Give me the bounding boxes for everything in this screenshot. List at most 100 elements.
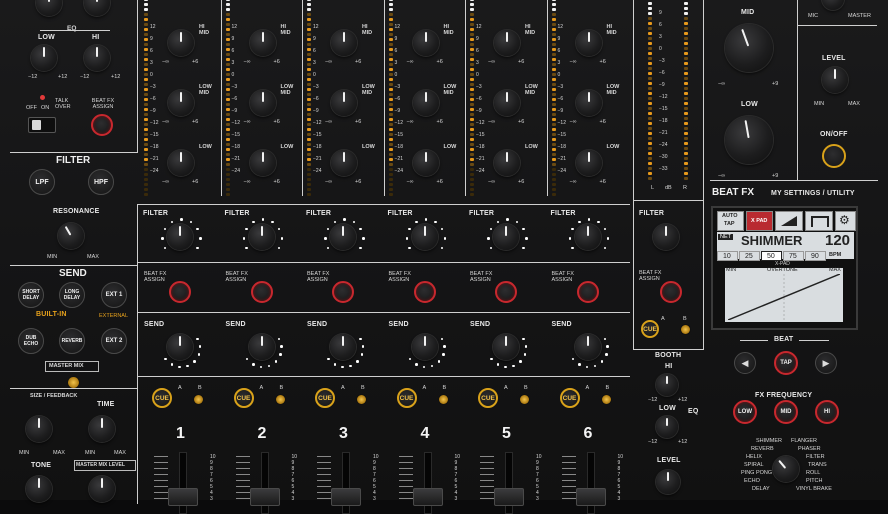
- fx-type-label[interactable]: FILTER: [806, 454, 825, 460]
- settings-icon-box[interactable]: ⚙: [835, 211, 856, 231]
- master-low-knob[interactable]: [725, 116, 773, 164]
- channel-send-knob[interactable]: [248, 334, 275, 360]
- channel-beat-fx-assign-button[interactable]: [250, 281, 273, 303]
- tone-knob[interactable]: [26, 476, 52, 502]
- beat-value-cell[interactable]: 90: [805, 251, 826, 261]
- channel-cue-a-button[interactable]: CUE: [559, 388, 580, 408]
- channel-filter-knob[interactable]: [574, 224, 601, 250]
- channel-beat-fx-assign-button[interactable]: [332, 281, 354, 303]
- channel-eq-knob-hi-mid[interactable]: [331, 30, 357, 56]
- beat-value-cell[interactable]: 25: [739, 251, 760, 261]
- hpf-button[interactable]: HPF: [88, 169, 114, 195]
- channel-send-knob[interactable]: [411, 334, 438, 360]
- channel-fader[interactable]: [249, 488, 280, 506]
- master-level-knob[interactable]: [822, 67, 848, 93]
- fx-type-label[interactable]: REVERB: [751, 446, 774, 452]
- channel-cue-b-button[interactable]: [520, 395, 529, 404]
- fx-type-label[interactable]: SPIRAL: [744, 462, 764, 468]
- fx-type-label[interactable]: VINYL BRAKE: [796, 486, 832, 492]
- dub-echo-button[interactable]: DUB ECHO: [18, 328, 44, 354]
- fx-mid-button[interactable]: MID: [774, 400, 798, 424]
- ext2-button[interactable]: EXT 2: [101, 328, 127, 354]
- channel-eq-knob-hi-mid[interactable]: [412, 30, 439, 56]
- channel-eq-knob-low[interactable]: [575, 150, 602, 176]
- channel-beat-fx-assign-button[interactable]: [413, 281, 436, 303]
- auto-tap-box[interactable]: AUTO TAP: [717, 211, 744, 231]
- mic-beat-fx-assign-button[interactable]: [91, 114, 113, 136]
- channel-send-knob[interactable]: [493, 334, 519, 360]
- resonance-knob[interactable]: [58, 223, 84, 249]
- channel-cue-b-button[interactable]: [275, 395, 285, 404]
- iso-low-knob[interactable]: [31, 45, 57, 71]
- master-mix-level-knob[interactable]: [89, 476, 115, 502]
- channel-eq-knob-low-mid[interactable]: [168, 90, 194, 116]
- channel-eq-knob-hi-mid[interactable]: [249, 30, 276, 56]
- channel-cue-b-button[interactable]: [438, 395, 448, 404]
- fx-type-label[interactable]: PING PONG: [741, 470, 772, 476]
- channel-eq-knob-hi-mid[interactable]: [575, 30, 602, 56]
- channel-cue-a-button[interactable]: CUE: [233, 388, 254, 408]
- fx-select-knob[interactable]: [773, 456, 799, 482]
- channel-beat-fx-assign-button[interactable]: [495, 281, 517, 303]
- fx-type-label[interactable]: PITCH: [806, 478, 823, 484]
- channel-eq-knob-low[interactable]: [331, 150, 357, 176]
- channel-eq-knob-low[interactable]: [168, 150, 194, 176]
- lpf-button[interactable]: LPF: [29, 169, 55, 195]
- fx-type-label[interactable]: FLANGER: [791, 438, 817, 444]
- channel-fader[interactable]: [331, 488, 361, 506]
- channel-fader[interactable]: [575, 488, 606, 506]
- channel-fader[interactable]: [494, 488, 524, 506]
- channel-cue-a-button[interactable]: CUE: [478, 388, 498, 408]
- fx-type-label[interactable]: HELIX: [746, 454, 762, 460]
- channel-fader[interactable]: [412, 488, 443, 506]
- short-delay-button[interactable]: SHORT DELAY: [18, 282, 44, 308]
- channel-cue-b-button[interactable]: [194, 395, 203, 404]
- channel-eq-knob-low-mid[interactable]: [575, 90, 602, 116]
- fx-type-label[interactable]: DELAY: [752, 486, 770, 492]
- channel-send-knob[interactable]: [167, 334, 193, 360]
- ext1-button[interactable]: EXT 1: [101, 282, 127, 308]
- beat-value-cell[interactable]: 75: [783, 251, 804, 261]
- booth-low-knob[interactable]: [656, 416, 678, 438]
- channel-eq-knob-low[interactable]: [494, 150, 520, 176]
- fx-type-label[interactable]: ECHO: [744, 478, 760, 484]
- reverb-button[interactable]: REVERB: [59, 328, 85, 354]
- fx-type-label[interactable]: ROLL: [806, 470, 820, 476]
- channel-eq-knob-low[interactable]: [412, 150, 439, 176]
- booth-hi-knob[interactable]: [656, 374, 678, 396]
- fx-hi-button[interactable]: HI: [815, 400, 839, 424]
- channel-beat-fx-assign-button[interactable]: [169, 281, 191, 303]
- time-knob[interactable]: [89, 416, 115, 442]
- channel-eq-knob-low-mid[interactable]: [494, 90, 520, 116]
- booth-level-knob[interactable]: [656, 470, 680, 494]
- channel-filter-knob[interactable]: [167, 224, 193, 250]
- channel-fader[interactable]: [168, 488, 198, 506]
- master-filter-knob[interactable]: [653, 224, 679, 250]
- master-onoff-button[interactable]: [822, 144, 846, 168]
- channel-cue-a-button[interactable]: CUE: [152, 388, 172, 408]
- master-beat-fx-assign-button[interactable]: [660, 281, 682, 303]
- channel-eq-knob-low[interactable]: [249, 150, 276, 176]
- channel-filter-knob[interactable]: [411, 224, 438, 250]
- gate-icon-box[interactable]: [805, 211, 833, 231]
- size-feedback-knob[interactable]: [26, 416, 52, 442]
- fx-type-label[interactable]: PHASER: [798, 446, 821, 452]
- channel-filter-knob[interactable]: [330, 224, 356, 250]
- master-mix-button[interactable]: [68, 377, 79, 388]
- master-mid-knob[interactable]: [725, 24, 773, 72]
- iso-hi-knob[interactable]: [84, 45, 110, 71]
- beat-left-button[interactable]: ◀: [734, 352, 756, 374]
- master-cue-button[interactable]: CUE: [641, 320, 659, 338]
- channel-cue-b-button[interactable]: [357, 395, 366, 404]
- beat-value-cell[interactable]: 10: [717, 251, 738, 261]
- master-cue-b-button[interactable]: [681, 325, 690, 334]
- channel-filter-knob[interactable]: [493, 224, 519, 250]
- channel-beat-fx-assign-button[interactable]: [576, 281, 599, 303]
- channel-eq-knob-hi-mid[interactable]: [494, 30, 520, 56]
- long-delay-button[interactable]: LONG DELAY: [59, 282, 85, 308]
- fx-type-label[interactable]: TRANS: [808, 462, 827, 468]
- beat-value-cell[interactable]: 50: [761, 251, 782, 261]
- talkover-switch[interactable]: [28, 117, 56, 133]
- channel-send-knob[interactable]: [574, 334, 601, 360]
- channel-eq-knob-hi-mid[interactable]: [168, 30, 194, 56]
